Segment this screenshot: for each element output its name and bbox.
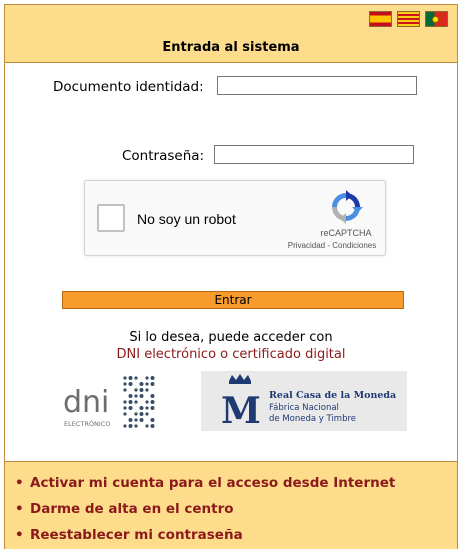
footer-links: • Activar mi cuenta para el acceso desde … xyxy=(5,461,457,549)
dni-logo-dot xyxy=(150,382,155,386)
dni-logo-dot xyxy=(150,424,155,428)
dni-logo-dot xyxy=(139,382,144,386)
register-center-link[interactable]: • Darme de alta en el centro xyxy=(15,501,234,517)
password-label: Contraseña: xyxy=(122,148,205,164)
dni-logo-dot xyxy=(150,394,155,398)
dni-logo-text: dni xyxy=(63,385,109,420)
captcha-label: No soy un robot xyxy=(137,211,236,227)
dni-logo-dot xyxy=(134,376,138,380)
dni-logo-dot xyxy=(139,412,144,416)
fnmt-letter: M xyxy=(221,390,261,431)
dni-logo-dot xyxy=(123,406,127,410)
login-button[interactable]: Entrar xyxy=(62,291,404,309)
dni-logo-dot xyxy=(123,376,127,380)
fnmt-line-2: Fábrica Nacional xyxy=(269,403,339,413)
catalan-flag-icon[interactable] xyxy=(397,11,420,27)
spanish-flag-icon[interactable] xyxy=(369,11,392,27)
dni-logo-dot xyxy=(150,400,155,404)
dni-logo-dot xyxy=(145,406,149,410)
dni-logo-dot xyxy=(134,418,138,422)
activate-account-label: Activar mi cuenta para el acceso desde I… xyxy=(30,475,396,491)
activate-account-link[interactable]: • Activar mi cuenta para el acceso desde … xyxy=(15,475,395,491)
dni-logo-dot xyxy=(134,424,138,428)
login-panel: Entrada al sistema Documento identidad: … xyxy=(4,4,458,549)
dni-electronico-logo[interactable]: dni ELECTRÓNICO xyxy=(60,370,160,432)
bullet: • xyxy=(15,527,24,543)
dni-logo-dot xyxy=(139,388,144,392)
fnmt-line-1: Real Casa de la Moneda xyxy=(269,390,396,401)
dni-logo-dot xyxy=(128,406,133,410)
register-center-label: Darme de alta en el centro xyxy=(30,501,234,517)
page-title: Entrada al sistema xyxy=(162,40,300,55)
dni-logo-dot xyxy=(139,418,144,422)
dni-logo-dot xyxy=(139,394,144,398)
dni-logo-dot xyxy=(145,376,149,380)
privacy-link[interactable]: Privacidad xyxy=(288,241,325,250)
dni-logo-dot xyxy=(123,412,127,416)
dni-logo-dot xyxy=(123,424,127,428)
header-bar: Entrada al sistema xyxy=(5,5,457,63)
dni-logo-dot xyxy=(134,388,138,392)
dni-logo-dot xyxy=(128,424,133,428)
terms-link[interactable]: Condiciones xyxy=(332,241,376,250)
crown-icon xyxy=(229,374,251,384)
recaptcha-widget: No soy un robot reCAPTCHA Privacidad - C… xyxy=(84,180,386,256)
dni-logo-dot xyxy=(123,400,127,404)
document-input[interactable] xyxy=(217,76,417,95)
dni-logo-dot xyxy=(145,424,149,428)
dni-logo-dot xyxy=(128,400,133,404)
dni-logo-dot xyxy=(139,406,144,410)
dni-logo-dot xyxy=(134,412,138,416)
bullet: • xyxy=(15,501,24,517)
dni-logo-dot xyxy=(150,418,155,422)
dni-logo-dot xyxy=(134,394,138,398)
dnie-certificate-link[interactable]: DNI electrónico o certificado digital xyxy=(5,347,457,362)
fnmt-line-3: de Moneda y Timbre xyxy=(269,414,356,424)
dni-logo-subtext: ELECTRÓNICO xyxy=(64,419,110,428)
dni-logo-dot xyxy=(150,406,155,410)
dni-logo-dot xyxy=(145,412,149,416)
dni-logo-dot xyxy=(145,388,149,392)
alternative-access-text: Si lo desea, puede acceder con xyxy=(129,330,333,345)
dni-logo-dot xyxy=(145,382,149,386)
captcha-links: Privacidad - Condiciones xyxy=(281,241,383,250)
dni-logo-dot xyxy=(128,418,133,422)
dni-logo-dot xyxy=(123,388,127,392)
recaptcha-icon xyxy=(332,190,363,224)
dni-logo-dot xyxy=(145,400,149,404)
fnmt-logo[interactable]: M Real Casa de la Moneda Fábrica Naciona… xyxy=(201,371,407,431)
language-selector xyxy=(369,11,448,27)
password-input[interactable] xyxy=(214,145,414,164)
dni-logo-dot xyxy=(128,394,133,398)
dni-logo-dot xyxy=(134,400,138,404)
reset-password-link[interactable]: • Reestablecer mi contraseña xyxy=(15,527,243,543)
captcha-checkbox[interactable] xyxy=(97,204,125,232)
dni-logo-dot xyxy=(150,376,155,380)
dni-logo-dot xyxy=(128,376,133,380)
dni-logo-dot xyxy=(128,382,133,386)
bullet: • xyxy=(15,475,24,491)
dni-logo-dot xyxy=(123,382,127,386)
portuguese-flag-icon[interactable] xyxy=(425,11,448,27)
reset-password-label: Reestablecer mi contraseña xyxy=(30,527,243,543)
recaptcha-brand: reCAPTCHA xyxy=(320,228,372,238)
document-label: Documento identidad: xyxy=(53,79,204,95)
